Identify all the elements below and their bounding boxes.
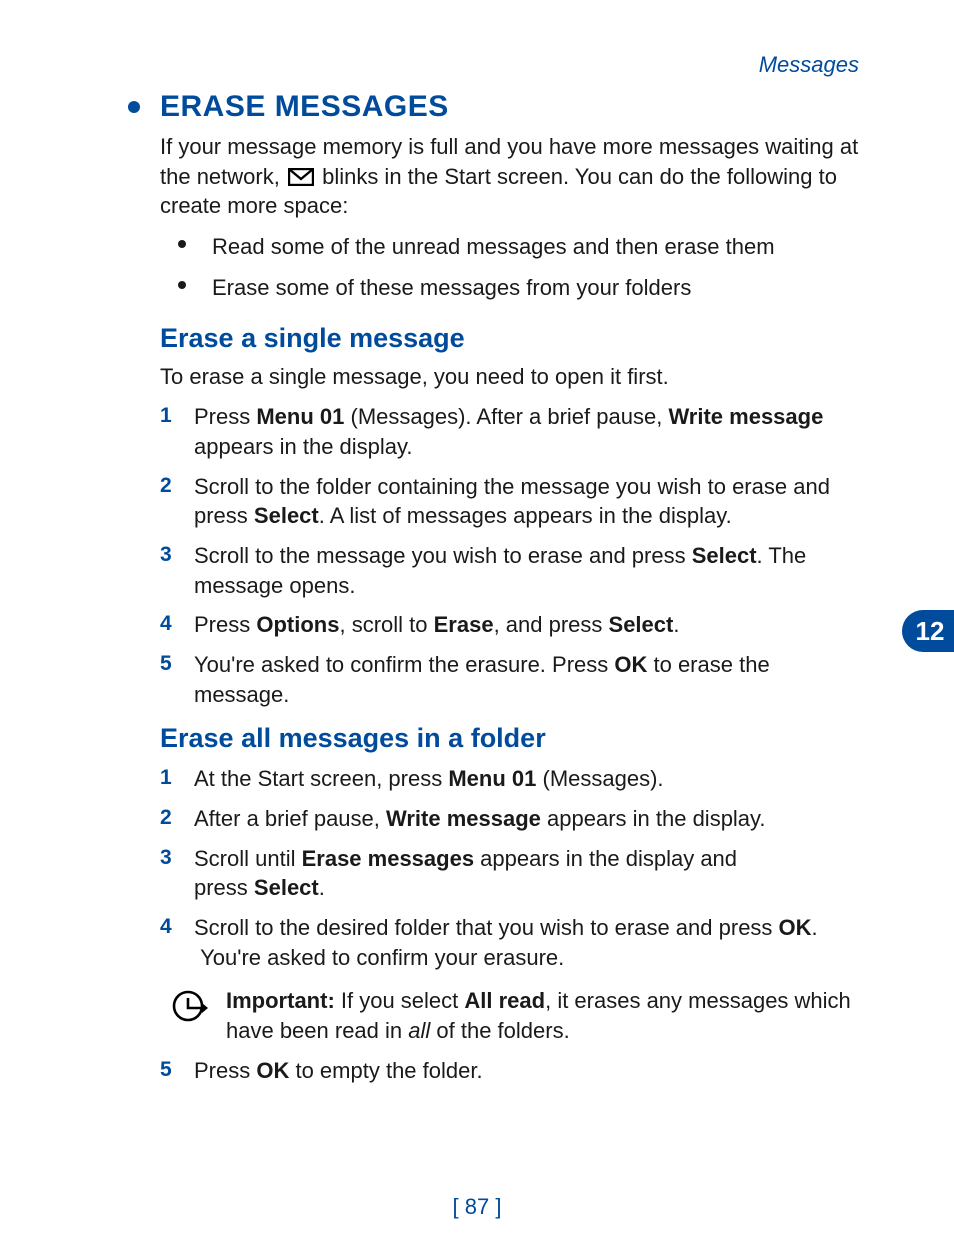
step-text: You're asked to confirm the erasure. Pre…	[194, 650, 864, 709]
step-number: 3	[160, 541, 194, 600]
intro-paragraph: If your message memory is full and you h…	[160, 132, 864, 221]
step-text: Scroll to the message you wish to erase …	[194, 541, 864, 600]
list-item: 3 Scroll until Erase messages appears in…	[160, 844, 864, 903]
page-number: [ 87 ]	[0, 1194, 954, 1220]
bullet-icon	[178, 240, 186, 248]
list-item-text: Read some of the unread messages and the…	[212, 229, 775, 264]
step-text: At the Start screen, press Menu 01 (Mess…	[194, 764, 864, 794]
section-header: Messages	[759, 52, 859, 78]
heading-2: Erase all messages in a folder	[160, 723, 864, 754]
important-note: Important: If you select All read, it er…	[172, 986, 864, 1045]
bullet-icon	[178, 281, 186, 289]
step-number: 2	[160, 472, 194, 531]
step-text: Scroll until Erase messages appears in t…	[194, 844, 864, 903]
step-text: Scroll to the folder containing the mess…	[194, 472, 864, 531]
heading-bullet-icon	[128, 101, 140, 113]
list-item: 3 Scroll to the message you wish to eras…	[160, 541, 864, 600]
step-number: 4	[160, 913, 194, 972]
list-item: 2 After a brief pause, Write message app…	[160, 804, 864, 834]
heading-1-row: ERASE MESSAGES	[120, 90, 864, 124]
list-item: Erase some of these messages from your f…	[170, 270, 864, 305]
ordered-list-2-cont: 5 Press OK to empty the folder.	[160, 1056, 864, 1086]
list-item: 4 Scroll to the desired folder that you …	[160, 913, 864, 972]
envelope-icon	[288, 164, 314, 182]
step-number: 3	[160, 844, 194, 903]
step-text: After a brief pause, Write message appea…	[194, 804, 864, 834]
list-item: 2 Scroll to the folder containing the me…	[160, 472, 864, 531]
list-item: 5 Press OK to empty the folder.	[160, 1056, 864, 1086]
step-text: Press Menu 01 (Messages). After a brief …	[194, 402, 864, 461]
list-item: 5 You're asked to confirm the erasure. P…	[160, 650, 864, 709]
intro-bullet-list: Read some of the unread messages and the…	[170, 229, 864, 305]
heading-2: Erase a single message	[160, 323, 864, 354]
important-icon	[172, 988, 208, 1024]
important-text: Important: If you select All read, it er…	[226, 986, 864, 1045]
heading-1: ERASE MESSAGES	[160, 90, 449, 124]
list-item: 1 At the Start screen, press Menu 01 (Me…	[160, 764, 864, 794]
list-item: 1 Press Menu 01 (Messages). After a brie…	[160, 402, 864, 461]
list-item: 4 Press Options, scroll to Erase, and pr…	[160, 610, 864, 640]
list-item: Read some of the unread messages and the…	[170, 229, 864, 264]
step-number: 1	[160, 402, 194, 461]
ordered-list-2: 1 At the Start screen, press Menu 01 (Me…	[160, 764, 864, 972]
section-intro: To erase a single message, you need to o…	[160, 362, 864, 392]
step-text: Press Options, scroll to Erase, and pres…	[194, 610, 864, 640]
step-text: Scroll to the desired folder that you wi…	[194, 913, 864, 972]
list-item-text: Erase some of these messages from your f…	[212, 270, 691, 305]
step-number: 4	[160, 610, 194, 640]
step-number: 5	[160, 650, 194, 709]
ordered-list-1: 1 Press Menu 01 (Messages). After a brie…	[160, 402, 864, 709]
chapter-tab: 12	[902, 610, 954, 652]
step-number: 5	[160, 1056, 194, 1086]
step-text: Press OK to empty the folder.	[194, 1056, 864, 1086]
step-number: 2	[160, 804, 194, 834]
step-number: 1	[160, 764, 194, 794]
